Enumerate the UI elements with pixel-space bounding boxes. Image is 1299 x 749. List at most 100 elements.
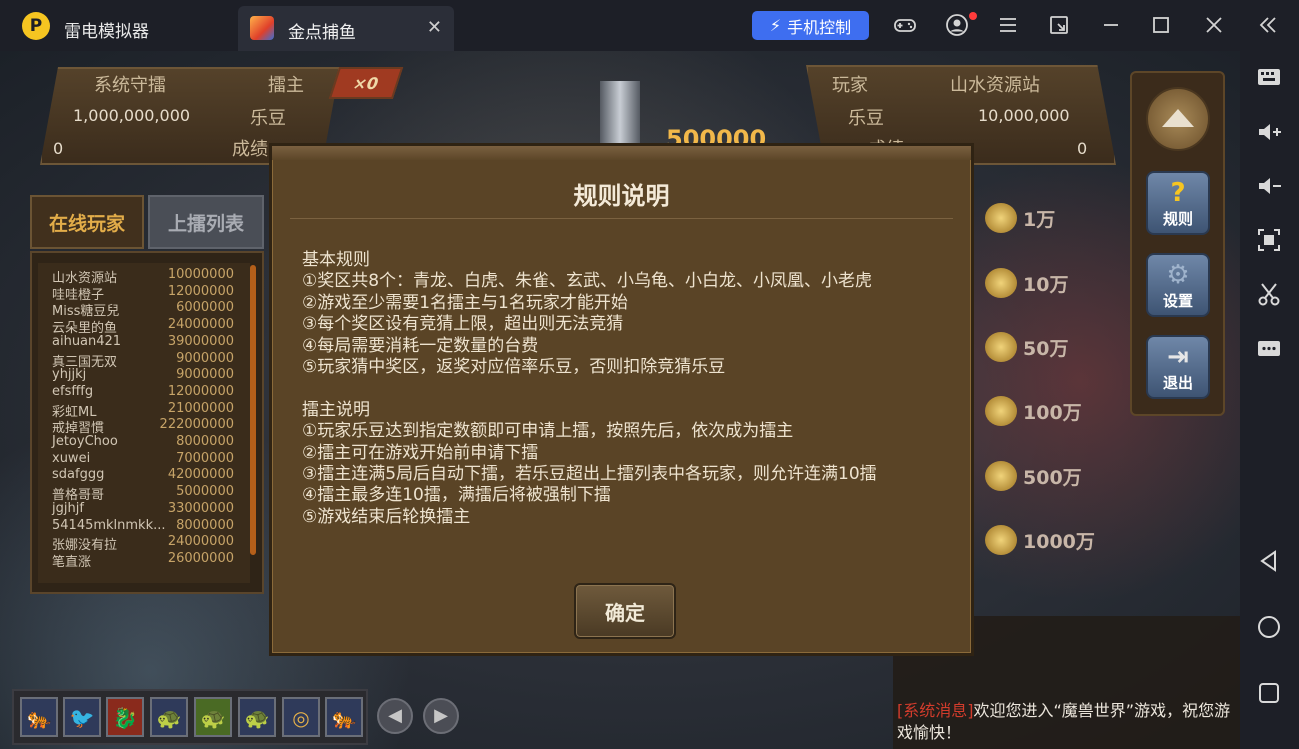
- minimize-icon[interactable]: [1099, 13, 1123, 37]
- game-viewport[interactable]: 系统守擂 擂主 1,000,000,000 乐豆 0 成绩 ×0 500000 …: [0, 51, 1240, 749]
- player-name: 笔直涨: [52, 554, 92, 570]
- basic-rule-3: ③每个奖区设有竞猜上限，超出则无法竞猜: [302, 314, 624, 335]
- rules-spacer: [302, 378, 877, 399]
- fish-slot-black-tortoise-icon[interactable]: 🐢: [194, 697, 232, 737]
- list-item[interactable]: 彩虹ML 21000000: [48, 401, 238, 420]
- tab-close-icon[interactable]: ✕: [427, 17, 442, 38]
- player-ledou: 24000000: [167, 534, 234, 550]
- player-ledou: 39000000: [167, 333, 234, 349]
- fish-slot-tiger-icon[interactable]: 🐅: [20, 697, 58, 737]
- basic-rule-4: ④每局需要消耗一定数量的台费: [302, 335, 539, 356]
- dialog-top-trim: [272, 146, 971, 160]
- player-list-scrollbar[interactable]: [250, 265, 256, 555]
- volume-up-icon[interactable]: [1255, 118, 1283, 146]
- list-item[interactable]: aihuan421 39000000: [48, 334, 238, 351]
- bet-label: 1万: [1023, 209, 1056, 231]
- volume-down-icon[interactable]: [1255, 172, 1283, 200]
- player-ledou: 12000000: [167, 383, 234, 399]
- bet-chip-4[interactable]: 100万: [985, 392, 1125, 432]
- host-rule-2: ②擂主可在游戏开始前申请下擂: [302, 442, 539, 463]
- list-item[interactable]: sdafggg 42000000: [48, 467, 238, 484]
- bet-chip-1[interactable]: 1万: [985, 199, 1125, 239]
- list-item[interactable]: efsfffg 12000000: [48, 384, 238, 401]
- phone-control-button[interactable]: ⚡ 手机控制: [752, 11, 869, 40]
- host-rule-1: ①玩家乐豆达到指定数额即可申请上擂，按照先后，依次成为擂主: [302, 421, 794, 442]
- list-item[interactable]: yhjjkj 9000000: [48, 367, 238, 384]
- next-arrow-icon[interactable]: ▶: [423, 698, 459, 734]
- lightning-icon: ⚡: [769, 16, 782, 35]
- keyboard-icon[interactable]: [1255, 63, 1283, 91]
- exit-button-label: 退出: [1162, 374, 1193, 392]
- multiplier-badge: ×0: [328, 67, 404, 99]
- money-bag-icon: [985, 396, 1017, 426]
- collapse-up-button[interactable]: [1146, 87, 1210, 151]
- player-ledou: 12000000: [167, 283, 234, 299]
- list-item[interactable]: 54145mklnmkk... 8000000: [48, 518, 238, 535]
- back-icon[interactable]: [1255, 547, 1283, 575]
- settings-button-label: 设置: [1162, 292, 1193, 310]
- list-item[interactable]: 真三国无双 9000000: [48, 350, 238, 370]
- app-logo-icon: P: [22, 12, 50, 40]
- fish-slot-small-turtle-icon[interactable]: 🐢: [238, 697, 276, 737]
- rules-button[interactable]: ? 规则: [1146, 171, 1210, 235]
- fish-slot-dragon-icon[interactable]: 🐉: [106, 697, 144, 737]
- bet-chip-5[interactable]: 500万: [985, 457, 1125, 497]
- player-list-tabs: 在线玩家 上擂列表: [30, 195, 264, 249]
- close-icon[interactable]: [1202, 13, 1226, 37]
- list-item[interactable]: xuwei 7000000: [48, 451, 238, 468]
- scissors-icon[interactable]: [1255, 280, 1283, 308]
- list-item[interactable]: 云朵里的鱼 24000000: [48, 317, 238, 336]
- player-ledou-label: 乐豆: [848, 108, 884, 129]
- basic-rule-5: ⑤玩家猜中奖区，返奖对应倍率乐豆，否则扣除竞猜乐豆: [302, 357, 726, 378]
- tab-host-queue[interactable]: 上擂列表: [148, 195, 264, 249]
- gamepad-icon[interactable]: [893, 13, 917, 37]
- player-name: sdafggg: [52, 467, 105, 483]
- bet-chip-3[interactable]: 50万: [985, 328, 1125, 368]
- bet-chip-2[interactable]: 10万: [985, 264, 1125, 304]
- coin-stack-icon: [985, 268, 1017, 298]
- list-item[interactable]: 戒掉習慣 222000000: [48, 417, 238, 436]
- exit-button[interactable]: ⇥ 退出: [1146, 335, 1210, 399]
- list-item[interactable]: 哇哇橙子 12000000: [48, 283, 238, 303]
- rules-text: 基本规则 ①奖区共8个：青龙、白虎、朱雀、玄武、小乌龟、小白龙、小凤凰、小老虎 …: [302, 250, 877, 528]
- collapse-sidebar-icon[interactable]: [1256, 13, 1280, 37]
- tab-label: 金点捕鱼: [288, 23, 356, 43]
- bet-chip-6[interactable]: 1000万: [985, 521, 1125, 561]
- list-item[interactable]: Miss糖豆兒 6000000: [48, 300, 238, 319]
- player-list[interactable]: 山水资源站 10000000 哇哇橙子 12000000 Miss糖豆兒 6000000 云…: [30, 251, 264, 594]
- maximize-icon[interactable]: [1149, 13, 1173, 37]
- bet-label: 100万: [1023, 402, 1082, 424]
- confirm-button[interactable]: 确定: [574, 583, 676, 639]
- list-item[interactable]: 张娜没有拉 24000000: [48, 534, 238, 553]
- home-icon[interactable]: [1255, 613, 1283, 641]
- player-name: xuwei: [52, 450, 91, 466]
- list-item[interactable]: 普格哥哥 5000000: [48, 484, 238, 503]
- list-item[interactable]: JetoyChoo 8000000: [48, 434, 238, 451]
- basic-rules-header: 基本规则: [302, 250, 370, 270]
- fish-slot-small-tiger-icon[interactable]: 🐅: [325, 697, 363, 737]
- menu-icon[interactable]: [996, 13, 1020, 37]
- fish-slot-white-dragon-icon[interactable]: ◎: [282, 697, 320, 737]
- recent-apps-icon[interactable]: [1255, 679, 1283, 707]
- list-item[interactable]: 山水资源站 10000000: [48, 267, 238, 286]
- list-item[interactable]: 笔直涨 26000000: [48, 551, 238, 570]
- bet-label: 500万: [1023, 467, 1082, 489]
- fish-slot-phoenix-icon[interactable]: 🐦: [63, 697, 101, 737]
- list-item[interactable]: jgjhjf 33000000: [48, 501, 238, 518]
- open-chest-icon: [985, 525, 1017, 555]
- dialog-divider: [290, 218, 953, 219]
- player-ledou: 33000000: [167, 500, 234, 516]
- player-ledou: 9000000: [176, 367, 234, 383]
- mini-window-icon[interactable]: [1047, 13, 1071, 37]
- tab-online-players[interactable]: 在线玩家: [30, 195, 144, 249]
- account-icon[interactable]: [945, 13, 969, 37]
- player-ledou: 9000000: [176, 350, 234, 366]
- host-score-label: 成绩: [232, 139, 268, 160]
- settings-button[interactable]: ⚙ 设置: [1146, 253, 1210, 317]
- previous-arrow-icon[interactable]: ◀: [377, 698, 413, 734]
- more-icon[interactable]: [1255, 334, 1283, 362]
- fish-slot-turtle-icon[interactable]: 🐢: [150, 697, 188, 737]
- tab-game[interactable]: 金点捕鱼 ✕: [238, 6, 454, 51]
- screenshot-icon[interactable]: [1255, 226, 1283, 254]
- host-label: 擂主: [268, 75, 304, 96]
